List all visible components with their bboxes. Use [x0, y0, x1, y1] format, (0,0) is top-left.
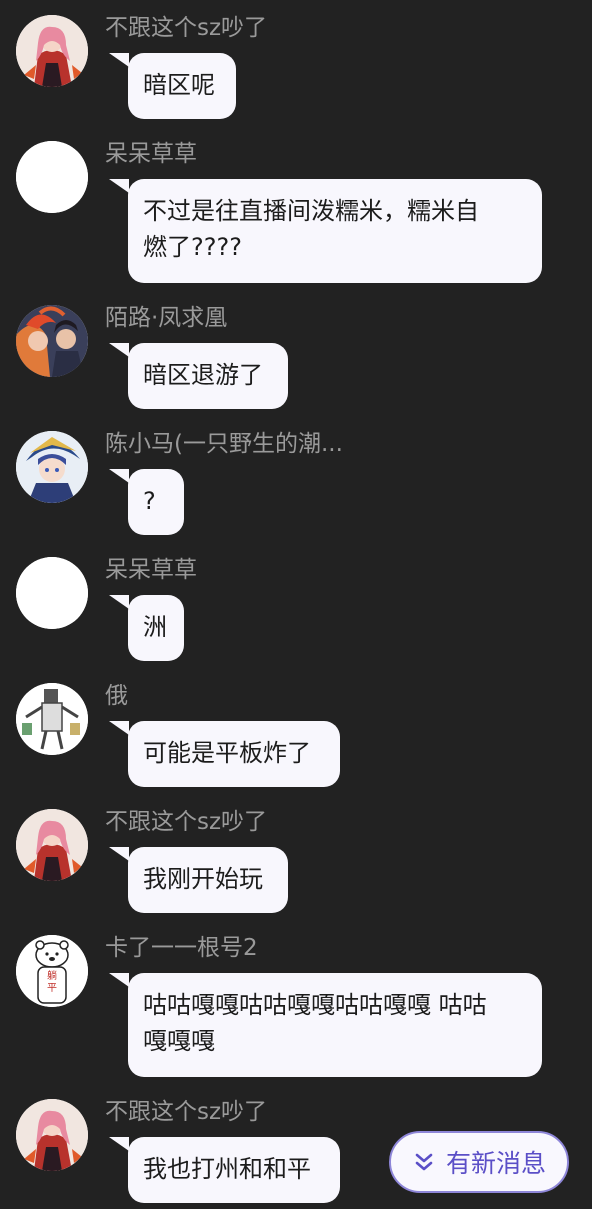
anime-girl-red-avatar-image [16, 1099, 88, 1171]
avatar[interactable] [16, 683, 88, 755]
message-bubble[interactable]: 咕咕嘎嘎咕咕嘎嘎咕咕嘎嘎 咕咕 嘎嘎嘎 [109, 973, 542, 1077]
couple-avatar-image [16, 305, 88, 377]
message-bubble[interactable]: ? [109, 469, 184, 535]
bubble-tail [109, 53, 129, 67]
sender-name: 陌路·凤求凰 [105, 305, 228, 331]
anime-boy-blue-avatar-image [16, 431, 88, 503]
new-messages-button[interactable]: 有新消息 [389, 1131, 569, 1193]
sender-name: 不跟这个sz吵了 [105, 15, 268, 41]
bubble-tail [109, 1137, 129, 1151]
anime-girl-red-avatar-image [16, 809, 88, 881]
meme-avatar-char-1: 躺 [47, 969, 57, 982]
avatar[interactable] [16, 15, 88, 87]
avatar[interactable] [16, 141, 88, 213]
avatar[interactable] [16, 431, 88, 503]
sender-name: 卡了一一根号2 [105, 935, 258, 961]
blank-white-avatar-image [16, 557, 88, 629]
avatar[interactable] [16, 809, 88, 881]
avatar[interactable] [16, 1099, 88, 1171]
double-chevron-down-icon [415, 1153, 433, 1171]
sender-name: 陈小马(一只野生的潮... [105, 431, 343, 457]
bubble-tail [109, 595, 129, 609]
avatar[interactable] [16, 305, 88, 377]
bubble-tail [109, 343, 129, 357]
bubble-tail [109, 847, 129, 861]
sender-name: 不跟这个sz吵了 [105, 809, 268, 835]
bubble-tail [109, 973, 129, 987]
bubble-tail [109, 721, 129, 735]
lying-flat-bear-avatar-image: 躺 平 [16, 935, 88, 1007]
avatar[interactable]: 躺 平 [16, 935, 88, 1007]
anime-girl-red-avatar-image [16, 15, 88, 87]
blank-white-avatar-image [16, 141, 88, 213]
message-bubble[interactable]: 我刚开始玩 [109, 847, 288, 913]
sender-name: 俄 [105, 683, 128, 709]
meme-figure-avatar-image [16, 683, 88, 755]
message-bubble[interactable]: 我也打州和和平 [109, 1137, 340, 1203]
message-bubble[interactable]: 可能是平板炸了 [109, 721, 340, 787]
bubble-tail [109, 469, 129, 483]
sender-name: 不跟这个sz吵了 [105, 1099, 268, 1125]
sender-name: 呆呆草草 [105, 557, 197, 583]
meme-avatar-char-2: 平 [47, 983, 57, 994]
new-messages-label: 有新消息 [445, 1149, 546, 1178]
message-bubble[interactable]: 不过是往直播间泼糯米，糯米自 燃了???? [109, 179, 542, 283]
message-bubble[interactable]: 洲 [109, 595, 184, 661]
bubble-tail [109, 179, 129, 193]
message-bubble[interactable]: 暗区呢 [109, 53, 236, 119]
avatar[interactable] [16, 557, 88, 629]
message-bubble[interactable]: 暗区退游了 [109, 343, 288, 409]
sender-name: 呆呆草草 [105, 141, 197, 167]
